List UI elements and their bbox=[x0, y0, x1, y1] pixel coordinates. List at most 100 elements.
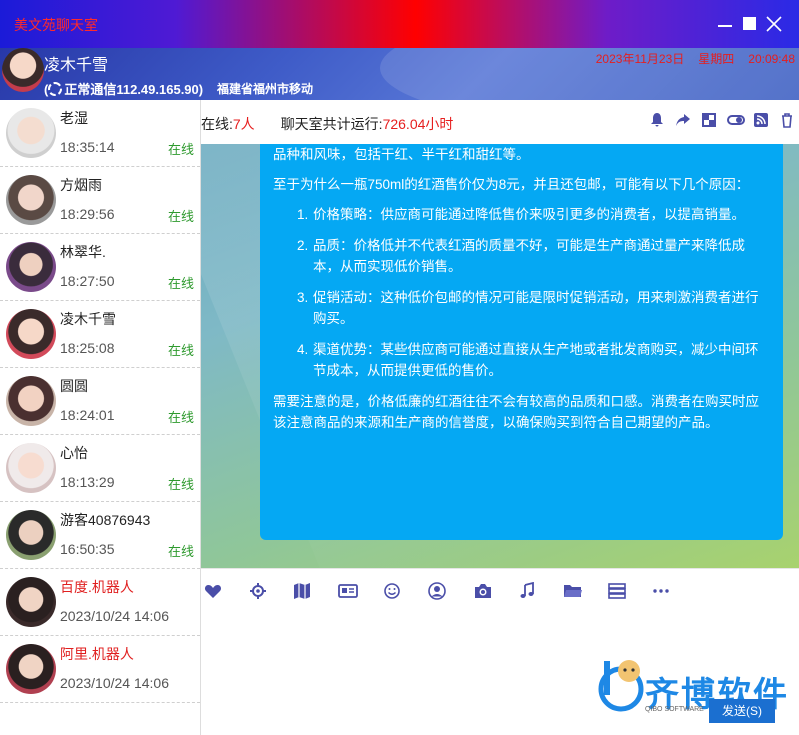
server-icon[interactable] bbox=[608, 582, 626, 600]
user-list-item[interactable]: 凌木千雪 18:25:08 在线 bbox=[0, 301, 200, 368]
map-icon[interactable] bbox=[293, 582, 311, 600]
user-list-item[interactable]: 老湿 18:35:14 在线 bbox=[0, 100, 200, 167]
card-icon[interactable] bbox=[338, 582, 358, 600]
point-text: 促销活动：这种低价包邮的情况可能是限时促销活动，用来刺激消费者进行购买。 bbox=[313, 290, 759, 326]
point-text: 价格策略：供应商可能通过降低售价来吸引更多的消费者，以提高销量。 bbox=[313, 207, 745, 222]
watermark-logo-icon bbox=[598, 660, 644, 712]
point-number: 3. bbox=[297, 290, 309, 305]
avatar[interactable] bbox=[6, 644, 56, 694]
user-name: 凌木千雪 bbox=[60, 311, 116, 327]
chat-messages[interactable]: 品种和风味，包括干红、半干红和甜红等。 至于为什么一瓶750ml的红酒售价仅为8… bbox=[201, 144, 799, 568]
trash-icon[interactable] bbox=[779, 112, 795, 128]
user-name: 方烟雨 bbox=[60, 177, 102, 193]
avatar[interactable] bbox=[2, 48, 44, 92]
more-icon[interactable] bbox=[652, 582, 670, 600]
point-number: 1. bbox=[297, 207, 309, 222]
room-toolbar bbox=[649, 112, 795, 128]
user-list-item[interactable]: 方烟雨 18:29:56 在线 bbox=[0, 167, 200, 234]
user-list-item[interactable]: 心怡 18:13:29 在线 bbox=[0, 435, 200, 502]
folder-icon[interactable] bbox=[563, 582, 582, 600]
room-info-bar: 在线:7人 聊天室共计运行:726.04小时 bbox=[201, 100, 799, 144]
minimize-button[interactable] bbox=[715, 14, 735, 34]
share-icon[interactable] bbox=[675, 112, 691, 128]
message-point: 1. 价格策略：供应商可能通过降低售价来吸引更多的消费者，以提高销量。 bbox=[273, 204, 769, 225]
user-header: 凌木千雪 (正常通信112.49.165.90) 福建省福州市移动 2023年1… bbox=[0, 48, 799, 100]
time: 20:09:48 bbox=[748, 52, 795, 66]
toggle-icon[interactable] bbox=[727, 112, 745, 128]
settings-icon[interactable] bbox=[249, 582, 267, 600]
connection-status: (正常通信112.49.165.90) bbox=[44, 82, 204, 97]
point-text: 品质：价格低并不代表红酒的质量不好，可能是生产商通过量产来降低成本，从而实现低价… bbox=[313, 238, 745, 274]
datetime: 2023年11月23日 星期四 20:09:48 bbox=[582, 50, 795, 67]
status-badge: 在线 bbox=[167, 209, 194, 224]
status-badge: 在线 bbox=[167, 142, 194, 157]
date: 2023年11月23日 bbox=[595, 52, 685, 66]
user-name: 心怡 bbox=[60, 445, 88, 461]
input-toolbar bbox=[201, 568, 799, 612]
status-badge: 在线 bbox=[167, 410, 194, 425]
avatar[interactable] bbox=[6, 510, 56, 560]
user-time: 2023/10/24 14:06 bbox=[60, 608, 169, 624]
user-time: 18:35:14 bbox=[60, 139, 115, 155]
user-list-item[interactable]: 林翠华. 18:27:50 在线 bbox=[0, 234, 200, 301]
avatar[interactable] bbox=[6, 309, 56, 359]
bell-icon[interactable] bbox=[649, 112, 665, 128]
user-time: 16:50:35 bbox=[60, 541, 115, 557]
title-bar: 美文苑聊天室 bbox=[0, 0, 799, 48]
message-conclusion: 需要注意的是，价格低廉的红酒往往不会有较高的品质和口感。消费者在购买时应该注意商… bbox=[273, 394, 759, 430]
user-list-item[interactable]: 游客40876943 16:50:35 在线 bbox=[0, 502, 200, 569]
message-intro: 品种和风味，包括干红、半干红和甜红等。 bbox=[273, 147, 530, 162]
status-badge: 在线 bbox=[167, 477, 194, 492]
rss-icon[interactable] bbox=[753, 112, 769, 128]
user-time: 2023/10/24 14:06 bbox=[60, 675, 169, 691]
avatar[interactable] bbox=[6, 242, 56, 292]
runtime-value: 726.04小时 bbox=[382, 116, 454, 132]
emoji-icon[interactable] bbox=[383, 582, 401, 600]
avatar[interactable] bbox=[6, 108, 56, 158]
heart-icon[interactable] bbox=[204, 582, 222, 600]
user-name: 游客40876943 bbox=[60, 512, 151, 528]
user-time: 18:25:08 bbox=[60, 340, 115, 356]
message-point: 3. 促销活动：这种低价包邮的情况可能是限时促销活动，用来刺激消费者进行购买。 bbox=[273, 287, 769, 329]
close-button[interactable] bbox=[764, 14, 784, 34]
camera-icon[interactable] bbox=[473, 582, 491, 600]
location: 福建省福州市移动 bbox=[217, 82, 314, 96]
message-bubble: 品种和风味，包括干红、半干红和甜红等。 至于为什么一瓶750ml的红酒售价仅为8… bbox=[260, 144, 783, 540]
avatar[interactable] bbox=[6, 577, 56, 627]
music-icon[interactable] bbox=[518, 581, 536, 600]
user-icon[interactable] bbox=[428, 582, 446, 600]
status-badge: 在线 bbox=[167, 276, 194, 291]
user-name: 阿里.机器人 bbox=[60, 646, 134, 662]
user-time: 18:24:01 bbox=[60, 407, 115, 423]
current-user-name: 凌木千雪 bbox=[44, 57, 109, 74]
avatar[interactable] bbox=[6, 443, 56, 493]
send-button[interactable]: 发送(S) bbox=[709, 699, 775, 723]
weekday: 星期四 bbox=[698, 52, 735, 66]
user-name: 林翠华. bbox=[60, 244, 106, 260]
avatar[interactable] bbox=[6, 376, 56, 426]
avatar[interactable] bbox=[6, 175, 56, 225]
user-time: 18:13:29 bbox=[60, 474, 115, 490]
status-badge: 在线 bbox=[167, 343, 194, 358]
message-question: 至于为什么一瓶750ml的红酒售价仅为8元，并且还包邮，可能有以下几个原因： bbox=[273, 177, 750, 192]
layout-icon[interactable] bbox=[701, 112, 717, 128]
message-points: 1. 价格策略：供应商可能通过降低售价来吸引更多的消费者，以提高销量。 2. 品质：价… bbox=[273, 204, 769, 381]
user-list-item[interactable]: 圆圆 18:24:01 在线 bbox=[0, 368, 200, 435]
user-list-item[interactable]: 百度.机器人 2023/10/24 14:06 bbox=[0, 569, 200, 636]
point-text: 渠道优势：某些供应商可能通过直接从生产地或者批发商购买，减少中间环节成本，从而提… bbox=[313, 342, 759, 378]
app-title: 美文苑聊天室 bbox=[14, 17, 98, 33]
user-list[interactable]: 老湿 18:35:14 在线 方烟雨 18:29:56 在线 林翠华. 18:27:50 在线凌… bbox=[0, 100, 201, 735]
user-name: 老湿 bbox=[60, 110, 88, 126]
close-icon bbox=[766, 16, 782, 32]
point-number: 2. bbox=[297, 238, 309, 253]
user-time: 18:29:56 bbox=[60, 206, 115, 222]
point-number: 4. bbox=[297, 342, 309, 357]
user-name: 百度.机器人 bbox=[60, 579, 134, 595]
message-point: 2. 品质：价格低并不代表红酒的质量不好，可能是生产商通过量产来降低成本，从而实现… bbox=[273, 235, 769, 277]
user-list-item[interactable]: 阿里.机器人 2023/10/24 14:06 bbox=[0, 636, 200, 703]
loading-icon bbox=[48, 82, 63, 96]
user-time: 18:27:50 bbox=[60, 273, 115, 289]
message-input[interactable]: 齐博软件 QIBO SOFTWARE 发送(S) bbox=[201, 612, 799, 735]
online-count: 7人 bbox=[232, 116, 255, 132]
maximize-button[interactable] bbox=[740, 14, 760, 34]
